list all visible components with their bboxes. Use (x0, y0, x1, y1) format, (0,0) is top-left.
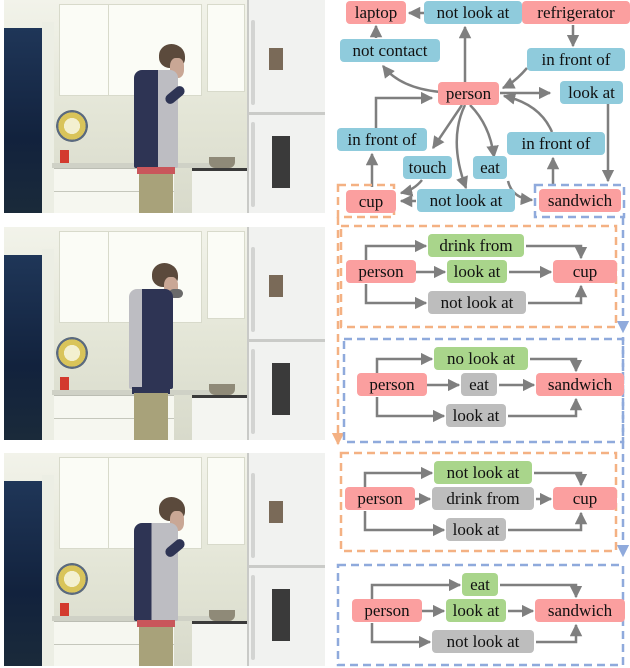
subgraph-relation-node: no look at (434, 347, 528, 370)
node-not-look-at-cup: not look at (417, 189, 515, 212)
node-laptop: laptop (346, 1, 406, 24)
node-in-front-of-fridge: in front of (527, 48, 625, 71)
subgraph-subject-node: person (345, 487, 415, 510)
edge-infrontof-person (501, 67, 528, 90)
node-sandwich: sandwich (539, 189, 621, 212)
edge-rel-bottom-object (508, 397, 583, 418)
edge-subject-rel-bottom (364, 284, 428, 310)
edge-rel-top-object (530, 357, 583, 373)
subgraph-relation-node: drink from (428, 234, 524, 257)
edge-person-notcontact (382, 65, 441, 94)
subgraph-subject-node: person (352, 599, 422, 622)
edge-subject-rel-top (375, 352, 434, 373)
subgraph-subject-node: person (357, 373, 427, 396)
node-not-look-at-laptop: not look at (424, 1, 522, 24)
edge-rel-bottom-object (528, 284, 588, 305)
subgraph-subject-node: person (346, 260, 416, 283)
subgraph-relation-node: look at (446, 404, 506, 427)
edge-person-eat (469, 104, 499, 159)
edge-subject-rel-bottom (375, 397, 446, 423)
edge-rel-top-object (526, 244, 588, 260)
subgraph-object-node: cup (553, 260, 617, 283)
node-cup: cup (346, 190, 396, 213)
node-refrigerator: refrigerator (522, 1, 630, 24)
node-touch: touch (403, 156, 452, 179)
edge-rel-bottom-object (536, 623, 583, 644)
subgraph-relation-node: not look at (428, 291, 526, 314)
node-look-at: look at (560, 81, 623, 104)
edge-subject-rel-bottom (370, 623, 432, 649)
subgraph-relation-node: not look at (434, 461, 532, 484)
subgraph-relation-node: eat (462, 573, 498, 596)
edge-subject-rel-bottom (363, 511, 446, 537)
node-person: person (438, 82, 499, 105)
edge-rel-top-object (500, 583, 583, 599)
subgraph-relation-node: drink from (432, 487, 534, 510)
subgraph-object-node: sandwich (535, 599, 625, 622)
node-in-front-of-cup: in front of (337, 128, 427, 151)
node-in-front-of-sandwich: in front of (507, 132, 605, 155)
subgraph-object-node: cup (553, 487, 617, 510)
subgraph-relation-node: look at (447, 260, 507, 283)
edge-rel-bottom-object (508, 511, 588, 532)
edge-subject-rel-top (370, 578, 462, 599)
subgraph-object-node: sandwich (536, 373, 624, 396)
subgraph-relation-node: eat (461, 373, 497, 396)
node-eat: eat (473, 156, 507, 179)
edge-subject-rel-top (363, 466, 434, 487)
subgraph-relation-node: look at (446, 599, 506, 622)
edge-subject-rel-top (364, 239, 428, 260)
edge-rel-top-object (534, 471, 588, 487)
node-not-contact: not contact (340, 39, 440, 62)
subgraph-relation-node: look at (446, 518, 506, 541)
edge-infrontof-person-left (374, 91, 434, 130)
diagram-edges (331, 6, 630, 667)
edge-person-notlookat2 (455, 104, 468, 190)
subgraph-relation-node: not look at (432, 630, 534, 653)
edge-infrontof-person-right (502, 92, 554, 133)
